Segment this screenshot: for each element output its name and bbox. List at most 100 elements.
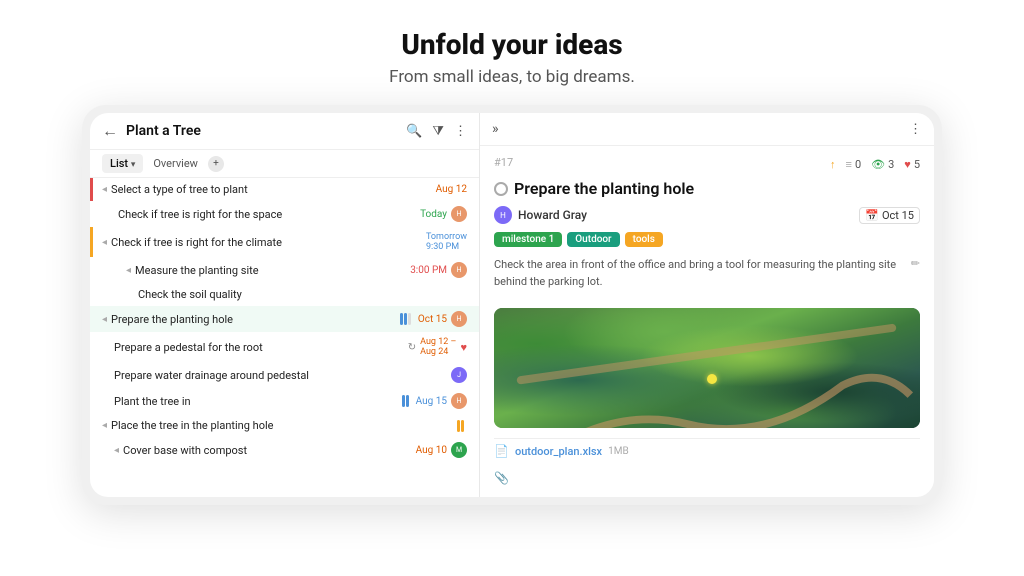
task-name: Place the tree in the planting hole (111, 419, 449, 432)
right-panel: » ⋮ #17 ↑ ≡ 0 (480, 113, 934, 497)
task-date: Today (420, 209, 447, 220)
avatar: H (451, 311, 467, 327)
stat-up: ↑ (830, 158, 836, 171)
eye-count: 3 (888, 158, 894, 171)
right-header-icons: ⋮ (909, 122, 922, 137)
assignee-name: Howard Gray (518, 208, 587, 222)
task-date: 3:00 PM (410, 265, 447, 276)
main-content: ← Plant a Tree 🔍 ⧩ ⋮ List ▾ Overview + (90, 113, 934, 497)
avatar: H (451, 206, 467, 222)
heart-icon: ♥ (904, 158, 911, 171)
file-name: outdoor_plan.xlsx (515, 445, 602, 458)
task-stats: #17 ↑ ≡ 0 👁 3 (494, 156, 920, 173)
task-bullet: ◂ (126, 265, 131, 276)
list-count: 0 (855, 158, 861, 171)
task-bullet: ◂ (102, 237, 107, 248)
more-options-icon[interactable]: ⋮ (909, 122, 922, 137)
task-name: Cover base with compost (123, 444, 408, 457)
list-icon: ≡ (846, 158, 852, 171)
tab-list[interactable]: List ▾ (102, 154, 143, 173)
task-name: Measure the planting site (135, 264, 402, 277)
expand-icon[interactable]: » (492, 121, 499, 137)
progress-bars (457, 420, 464, 432)
task-assignee-row: H Howard Gray 📅 Oct 15 (494, 206, 920, 224)
task-detail: #17 ↑ ≡ 0 👁 3 (480, 146, 934, 497)
device-frame: ← Plant a Tree 🔍 ⧩ ⋮ List ▾ Overview + (82, 105, 942, 505)
eye-icon: 👁 (871, 158, 885, 171)
aerial-photo (494, 308, 920, 428)
list-item[interactable]: ◂ Check if tree is right for the climate… (90, 227, 479, 257)
stat-eye: 👁 3 (871, 158, 894, 171)
file-attachment[interactable]: 📄 outdoor_plan.xlsx 1MB (494, 438, 920, 463)
file-icon: 📄 (494, 444, 509, 458)
more-icon[interactable]: ⋮ (454, 124, 467, 139)
road-path (494, 308, 920, 428)
task-meta: Today H (420, 206, 467, 222)
task-date: Tomorrow9:30 PM (426, 232, 467, 252)
list-item[interactable]: Check if tree is right for the space Tod… (90, 201, 479, 227)
paperclip-icon[interactable]: 📎 (494, 471, 509, 485)
task-date: Aug 12 (436, 184, 467, 195)
task-name: Plant the tree in (114, 395, 394, 408)
progress-bars (402, 395, 409, 407)
task-name: Prepare water drainage around pedestal (114, 369, 443, 382)
stat-list: ≡ 0 (846, 158, 862, 171)
search-icon[interactable]: 🔍 (406, 124, 422, 139)
tabs-bar: List ▾ Overview + (90, 150, 479, 178)
task-date: Aug 12 –Aug 24 (420, 337, 456, 357)
task-bullet: ◂ (114, 445, 119, 456)
list-item[interactable]: Prepare a pedestal for the root ↻ Aug 12… (90, 332, 479, 362)
add-tab-button[interactable]: + (208, 156, 224, 172)
task-name: Check if tree is right for the climate (111, 236, 418, 249)
task-list: ◂ Select a type of tree to plant Aug 12 … (90, 178, 479, 497)
avatar: H (451, 393, 467, 409)
back-button[interactable]: ← (102, 121, 118, 141)
task-bullet: ◂ (102, 420, 107, 431)
assignee-avatar: H (494, 206, 512, 224)
tags-row: milestone 1 Outdoor tools (494, 232, 920, 247)
location-marker (707, 374, 717, 384)
task-date: Aug 15 (416, 396, 447, 407)
task-bullet: ◂ (102, 314, 107, 325)
task-name: Check if tree is right for the space (118, 208, 412, 221)
tab-overview[interactable]: Overview (145, 154, 206, 173)
task-detail-title: Prepare the planting hole (494, 179, 920, 198)
hero-section: Unfold your ideas From small ideas, to b… (389, 0, 635, 105)
task-detail-name: Prepare the planting hole (514, 179, 694, 198)
edit-icon[interactable]: ✏ (911, 257, 920, 270)
task-meta: 3:00 PM H (410, 262, 467, 278)
list-item[interactable]: Prepare water drainage around pedestal J (90, 362, 479, 388)
list-item[interactable]: ◂ Select a type of tree to plant Aug 12 (90, 178, 479, 201)
heart-count: 5 (914, 158, 920, 171)
list-item[interactable]: ◂ Cover base with compost Aug 10 M (90, 437, 479, 463)
left-panel: ← Plant a Tree 🔍 ⧩ ⋮ List ▾ Overview + (90, 113, 480, 497)
filter-icon[interactable]: ⧩ (432, 124, 444, 139)
header-icons: 🔍 ⧩ ⋮ (406, 124, 467, 139)
tag-tools[interactable]: tools (625, 232, 663, 247)
task-meta: Tomorrow9:30 PM (426, 232, 467, 252)
list-item[interactable]: ◂ Prepare the planting hole Oct 15 H (90, 306, 479, 332)
task-name: Check the soil quality (138, 288, 467, 301)
list-item[interactable]: Plant the tree in Aug 15 H (90, 388, 479, 414)
avatar: J (451, 367, 467, 383)
task-number: #17 (494, 156, 513, 169)
list-item[interactable]: ◂ Measure the planting site 3:00 PM H (90, 257, 479, 283)
task-meta (457, 420, 467, 432)
list-item[interactable]: ◂ Place the tree in the planting hole (90, 414, 479, 437)
task-status-circle[interactable] (494, 182, 508, 196)
tag-milestone[interactable]: milestone 1 (494, 232, 562, 247)
panel-title: Plant a Tree (126, 123, 398, 139)
hero-title: Unfold your ideas (389, 28, 635, 61)
stat-heart: ♥ 5 (904, 158, 920, 171)
task-meta: ↻ Aug 12 –Aug 24 ♥ (408, 337, 467, 357)
task-bullet: ◂ (102, 184, 107, 195)
avatar: M (451, 442, 467, 458)
due-date-chip[interactable]: 📅 Oct 15 (859, 207, 920, 224)
task-meta: J (451, 367, 467, 383)
list-item[interactable]: Check the soil quality (90, 283, 479, 306)
progress-bars (400, 313, 411, 325)
task-meta: Oct 15 H (400, 311, 467, 327)
tag-outdoor[interactable]: Outdoor (567, 232, 619, 247)
calendar-icon: 📅 (865, 209, 879, 222)
task-image (494, 308, 920, 428)
